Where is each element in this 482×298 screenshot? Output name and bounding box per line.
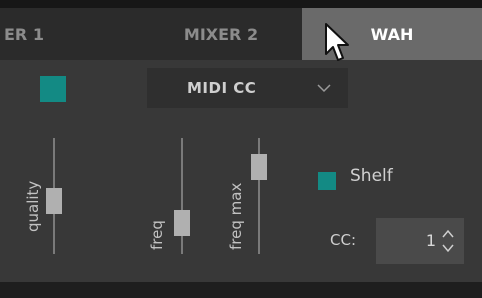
cc-label: CC: — [330, 231, 357, 249]
chevron-down-icon — [317, 84, 331, 93]
tab-bar: ER 1 MIXER 2 WAH — [0, 8, 482, 60]
bottom-strip — [0, 282, 482, 298]
freq-max-slider-label: freq max — [227, 182, 245, 250]
wah-plugin-window: ER 1 MIXER 2 WAH MIDI CC quality freq fr… — [0, 0, 482, 298]
freq-slider-track[interactable] — [181, 138, 183, 254]
shelf-label: Shelf — [350, 166, 393, 186]
spinner-arrows-icon[interactable] — [440, 226, 456, 256]
cc-number-field[interactable]: 1 — [376, 218, 464, 264]
top-edge — [0, 0, 482, 8]
freq-slider-thumb[interactable] — [174, 210, 190, 236]
mouse-pointer-icon — [325, 23, 349, 61]
tab-mixer-2[interactable]: MIXER 2 — [140, 8, 302, 60]
cc-value: 1 — [425, 231, 436, 250]
tab-mixer-1[interactable]: ER 1 — [0, 8, 144, 60]
shelf-checkbox[interactable] — [318, 172, 336, 190]
midi-enable-toggle[interactable] — [40, 76, 66, 102]
quality-slider-label: quality — [24, 180, 42, 232]
midi-mode-select[interactable]: MIDI CC — [147, 68, 348, 108]
quality-slider-thumb[interactable] — [46, 188, 62, 214]
freq-slider-label: freq — [148, 220, 166, 250]
midi-mode-value: MIDI CC — [187, 79, 257, 97]
freq-max-slider-thumb[interactable] — [251, 154, 267, 180]
